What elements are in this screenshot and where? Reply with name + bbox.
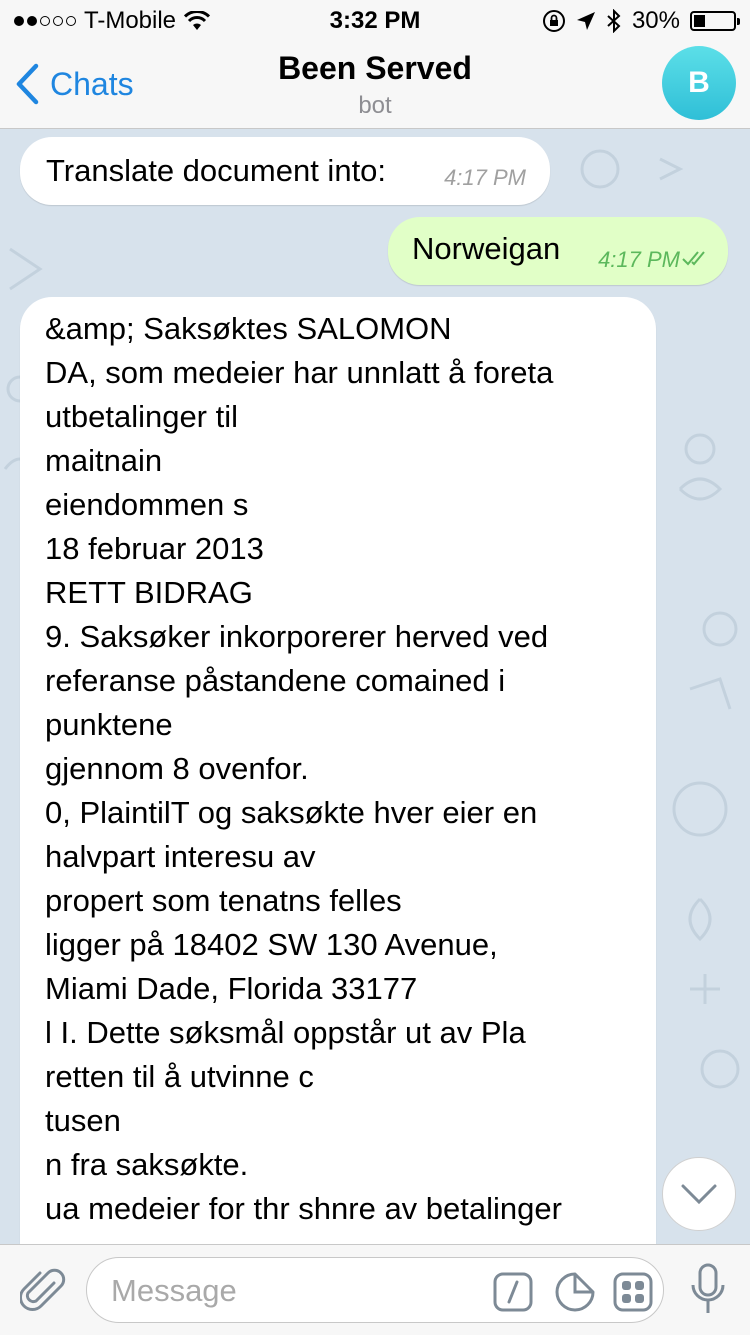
battery-icon <box>690 11 740 31</box>
chevron-down-icon <box>681 1184 717 1205</box>
message-field[interactable] <box>86 1257 664 1323</box>
sticker-icon[interactable] <box>555 1272 595 1312</box>
paperclip-icon[interactable] <box>20 1265 66 1315</box>
double-check-icon <box>682 251 705 266</box>
incoming-message[interactable]: Translate document into: 4:17 PM <box>20 137 550 205</box>
bluetooth-icon <box>607 9 621 33</box>
message-text: Translate document into: <box>46 153 387 188</box>
message-text: &amp; Saksøktes SALOMON DA, som medeier … <box>45 311 562 1226</box>
slash-command-icon[interactable] <box>493 1272 533 1312</box>
location-arrow-icon <box>576 12 595 30</box>
outgoing-message[interactable]: Norweigan 4:17 PM <box>388 217 728 285</box>
message-input[interactable] <box>109 1270 483 1312</box>
battery-percent: 30% <box>631 7 680 34</box>
status-bar: T-Mobile 3:32 PM 30% <box>0 0 750 40</box>
message-time: 4:17 PM <box>444 165 526 190</box>
avatar-letter: B <box>688 66 710 99</box>
incoming-message[interactable]: &amp; Saksøktes SALOMON DA, som medeier … <box>20 297 656 1244</box>
chat-header: Chats Been Served bot B <box>0 40 750 129</box>
message-input-bar <box>0 1244 750 1335</box>
microphone-icon[interactable] <box>690 1263 726 1317</box>
bot-keyboard-icon[interactable] <box>613 1272 653 1312</box>
orientation-lock-icon <box>542 10 565 32</box>
chat-title[interactable]: Been Served <box>0 50 750 87</box>
battery-level <box>694 15 706 27</box>
message-text: Norweigan <box>412 231 561 266</box>
chat-subtitle: bot <box>358 92 392 119</box>
message-list[interactable]: Translate document into: 4:17 PM Norweig… <box>0 129 750 1244</box>
avatar[interactable]: B <box>662 46 736 120</box>
status-right: 30% <box>542 7 740 35</box>
scroll-to-bottom-button[interactable] <box>662 1157 736 1231</box>
message-time: 4:17 PM <box>598 247 680 272</box>
